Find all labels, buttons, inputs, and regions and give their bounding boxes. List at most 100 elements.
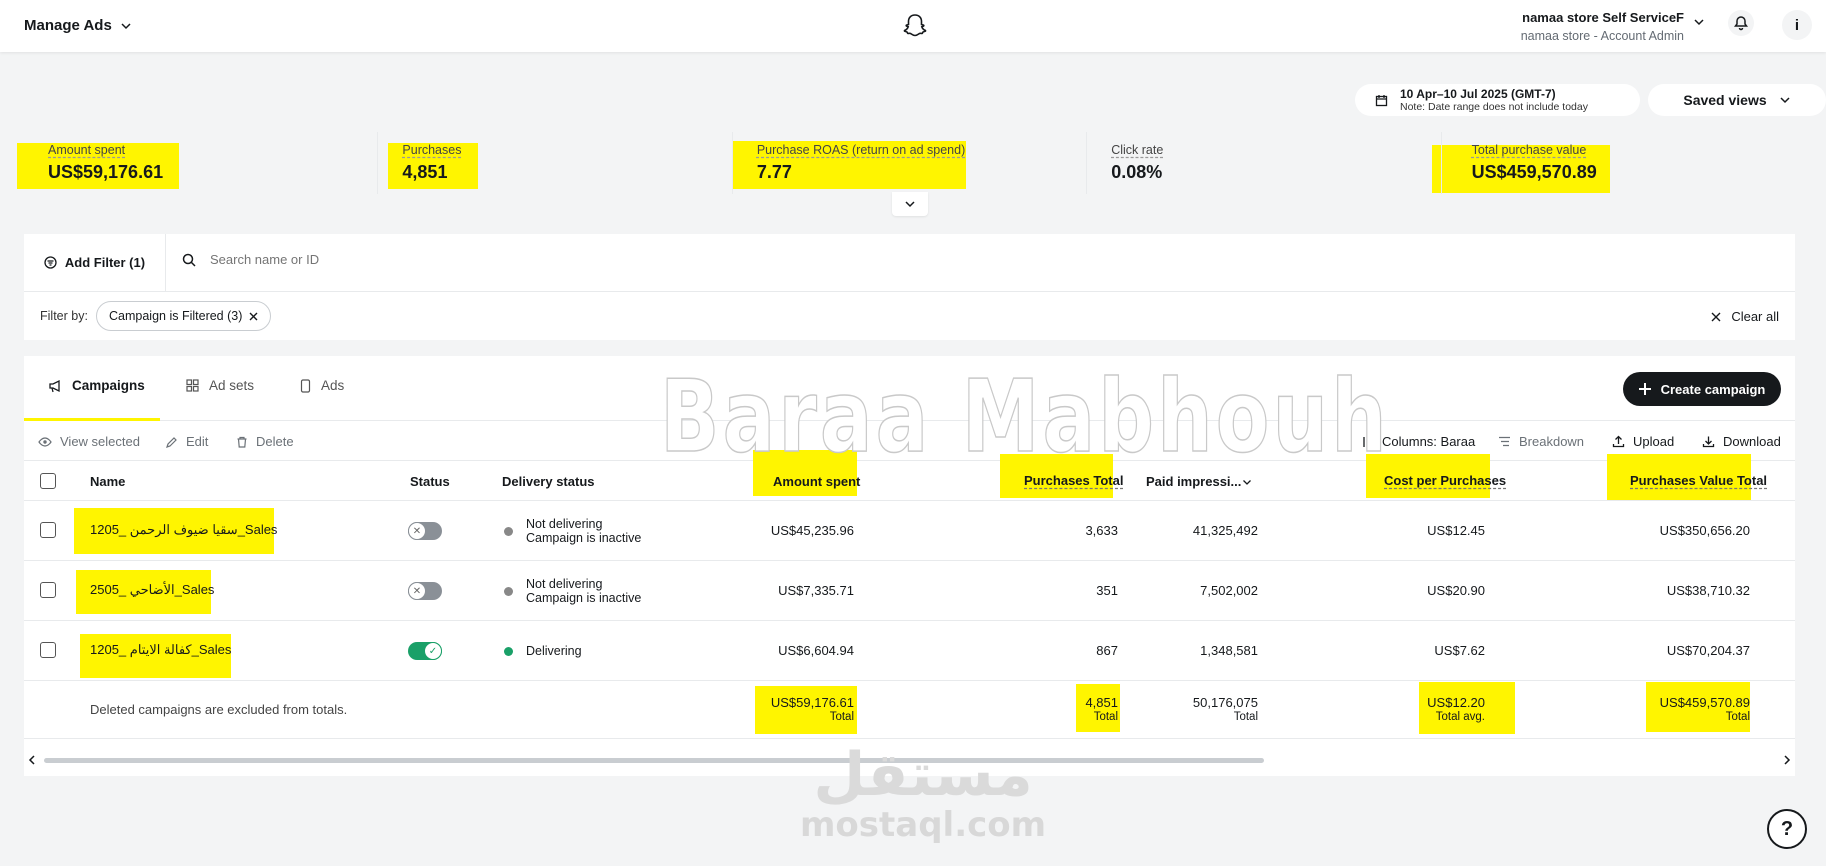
bell-icon [1734, 16, 1748, 31]
amount-spent-cell: US$7,335.71 [778, 583, 854, 598]
value-total-cell: US$350,656.20 [1659, 523, 1750, 538]
totals-row: Deleted campaigns are excluded from tota… [24, 681, 1795, 739]
column-header-cost-per-purchases[interactable]: Cost per Purchases [1384, 473, 1506, 488]
search-box [182, 252, 510, 267]
status-toggle[interactable]: ✕ [408, 522, 442, 540]
help-button[interactable]: ? [1767, 809, 1807, 849]
close-icon[interactable] [249, 312, 258, 321]
account-switcher[interactable]: namaa store Self ServiceF namaa store - … [1521, 10, 1684, 43]
pencil-icon [166, 436, 177, 448]
table-row[interactable]: سقيا ضيوف الرحمن _1205_Sales ✕ Not deliv… [24, 501, 1795, 561]
chevron-right-icon[interactable] [1783, 754, 1791, 766]
expand-kpis-button[interactable] [892, 192, 928, 216]
kpi-click-rate[interactable]: Click rate 0.08% [1087, 132, 1442, 194]
kpi-purchases[interactable]: Purchases 4,851 [378, 132, 733, 194]
add-filter-label: Add Filter (1) [64, 255, 146, 270]
select-all-checkbox[interactable] [40, 473, 56, 489]
column-header-delivery-status[interactable]: Delivery status [502, 474, 595, 489]
toggle-off-icon: ✕ [408, 582, 426, 600]
edit-label: Edit [186, 434, 209, 449]
campaign-name[interactable]: الأضاحي _2505_Sales [90, 582, 214, 598]
totals-note: Deleted campaigns are excluded from tota… [90, 702, 348, 717]
tab-label: Ads [321, 378, 345, 393]
column-header-amount-spent[interactable]: Amount spent [773, 474, 860, 489]
chevron-down-icon[interactable] [1693, 16, 1705, 28]
horizontal-scrollbar[interactable] [24, 751, 1795, 767]
tab-ads[interactable]: Ads [300, 378, 344, 393]
kpi-total-purchase-value[interactable]: Total purchase value US$459,570.89 [1442, 132, 1795, 194]
search-input[interactable] [210, 252, 510, 267]
download-label: Download [1723, 434, 1781, 449]
kpi-purchase-roas[interactable]: Purchase ROAS (return on ad spend) 7.77 [733, 132, 1088, 194]
filter-chip[interactable]: Campaign is Filtered (3) [96, 301, 272, 331]
tab-ad-sets[interactable]: Ad sets [186, 378, 254, 393]
add-filter-button[interactable]: Add Filter (1) [24, 234, 166, 291]
site-watermark-url: mostaql.com [800, 805, 1047, 845]
download-button[interactable]: Download [1702, 434, 1781, 449]
notifications-button[interactable] [1728, 10, 1754, 36]
delivery-dot [504, 527, 513, 536]
total-value: 4,851 [1085, 695, 1118, 710]
total-amount-spent: US$59,176.61 Total [771, 696, 854, 724]
info-button[interactable]: i [1782, 10, 1812, 40]
edit-button[interactable]: Edit [166, 434, 208, 449]
breakdown-button[interactable]: Breakdown [1498, 434, 1584, 449]
app-title-menu[interactable]: Manage Ads [24, 17, 132, 34]
column-header-purchases-total[interactable]: Purchases Total [1024, 473, 1123, 488]
upload-button[interactable]: Upload [1612, 434, 1674, 449]
delivery-status: Not delivering Campaign is inactive [526, 577, 641, 605]
total-sub: Total [1233, 711, 1258, 723]
status-toggle[interactable]: ✕ [408, 582, 442, 600]
total-sub: Total [1725, 711, 1750, 723]
row-checkbox[interactable] [40, 582, 56, 598]
upload-label: Upload [1633, 434, 1675, 449]
row-checkbox[interactable] [40, 522, 56, 538]
delivery-sub: Campaign is inactive [526, 591, 642, 605]
grid-icon [186, 379, 199, 392]
column-header-status[interactable]: Status [410, 474, 450, 489]
table-row[interactable]: كفالة الايتام _1205_Sales ✓ Delivering U… [24, 621, 1795, 681]
purchases-cell: 351 [1096, 583, 1118, 598]
help-icon: ? [1780, 817, 1794, 840]
impressions-cell: 7,502,002 [1200, 583, 1258, 598]
column-header-name[interactable]: Name [90, 474, 125, 489]
table-row[interactable]: الأضاحي _2505_Sales ✕ Not delivering Cam… [24, 561, 1795, 621]
saved-views-label: Saved views [1683, 92, 1767, 108]
campaign-name[interactable]: سقيا ضيوف الرحمن _1205_Sales [90, 522, 277, 538]
chevron-left-icon[interactable] [28, 754, 36, 766]
snapchat-ghost-icon[interactable] [901, 12, 929, 40]
cost-per-cell: US$20.90 [1427, 583, 1485, 598]
view-selected-label: View selected [60, 434, 140, 449]
date-range-picker[interactable]: 10 Apr–10 Jul 2025 (GMT-7) Note: Date ra… [1355, 84, 1640, 116]
campaign-name[interactable]: كفالة الايتام _1205_Sales [90, 642, 231, 658]
top-bar: Manage Ads namaa store Self ServiceF nam… [0, 0, 1826, 52]
impressions-cell: 41,325,492 [1192, 523, 1258, 538]
app-title: Manage Ads [24, 17, 112, 34]
breakdown-label: Breakdown [1519, 434, 1585, 449]
column-header-purchases-value-total[interactable]: Purchases Value Total [1630, 473, 1767, 488]
table-toolbar: View selected Edit Delete Columns: Baraa… [24, 421, 1795, 461]
create-campaign-button[interactable]: Create campaign [1623, 372, 1781, 406]
date-range-label: 10 Apr–10 Jul 2025 (GMT-7) [1400, 87, 1556, 101]
filter-chip-label: Campaign is Filtered (3) [109, 309, 243, 323]
tab-label: Ad sets [209, 378, 255, 393]
cost-per-cell: US$7.62 [1434, 643, 1485, 658]
table-header-row: Name Status Delivery status Amount spent… [24, 461, 1795, 501]
row-checkbox[interactable] [40, 642, 56, 658]
clear-all-button[interactable]: Clear all [1711, 309, 1779, 324]
view-selected-button[interactable]: View selected [38, 434, 140, 449]
scrollbar-thumb[interactable] [44, 758, 1264, 763]
column-header-paid-impressions[interactable]: Paid impressi... [1146, 474, 1241, 489]
create-campaign-label: Create campaign [1660, 381, 1766, 397]
saved-views-dropdown[interactable]: Saved views [1648, 84, 1826, 116]
calendar-icon [1375, 94, 1388, 106]
tab-campaigns[interactable]: Campaigns [48, 378, 145, 393]
check-icon: ✓ [424, 642, 442, 660]
delete-button[interactable]: Delete [236, 434, 294, 449]
status-toggle[interactable]: ✓ [408, 642, 442, 660]
sort-chevron-icon[interactable] [1242, 477, 1252, 487]
trash-icon [237, 436, 247, 448]
columns-button[interactable]: Columns: Baraa [1362, 434, 1475, 449]
kpi-amount-spent[interactable]: Amount spent US$59,176.61 [24, 132, 379, 194]
total-sub: Total avg. [1435, 711, 1485, 723]
